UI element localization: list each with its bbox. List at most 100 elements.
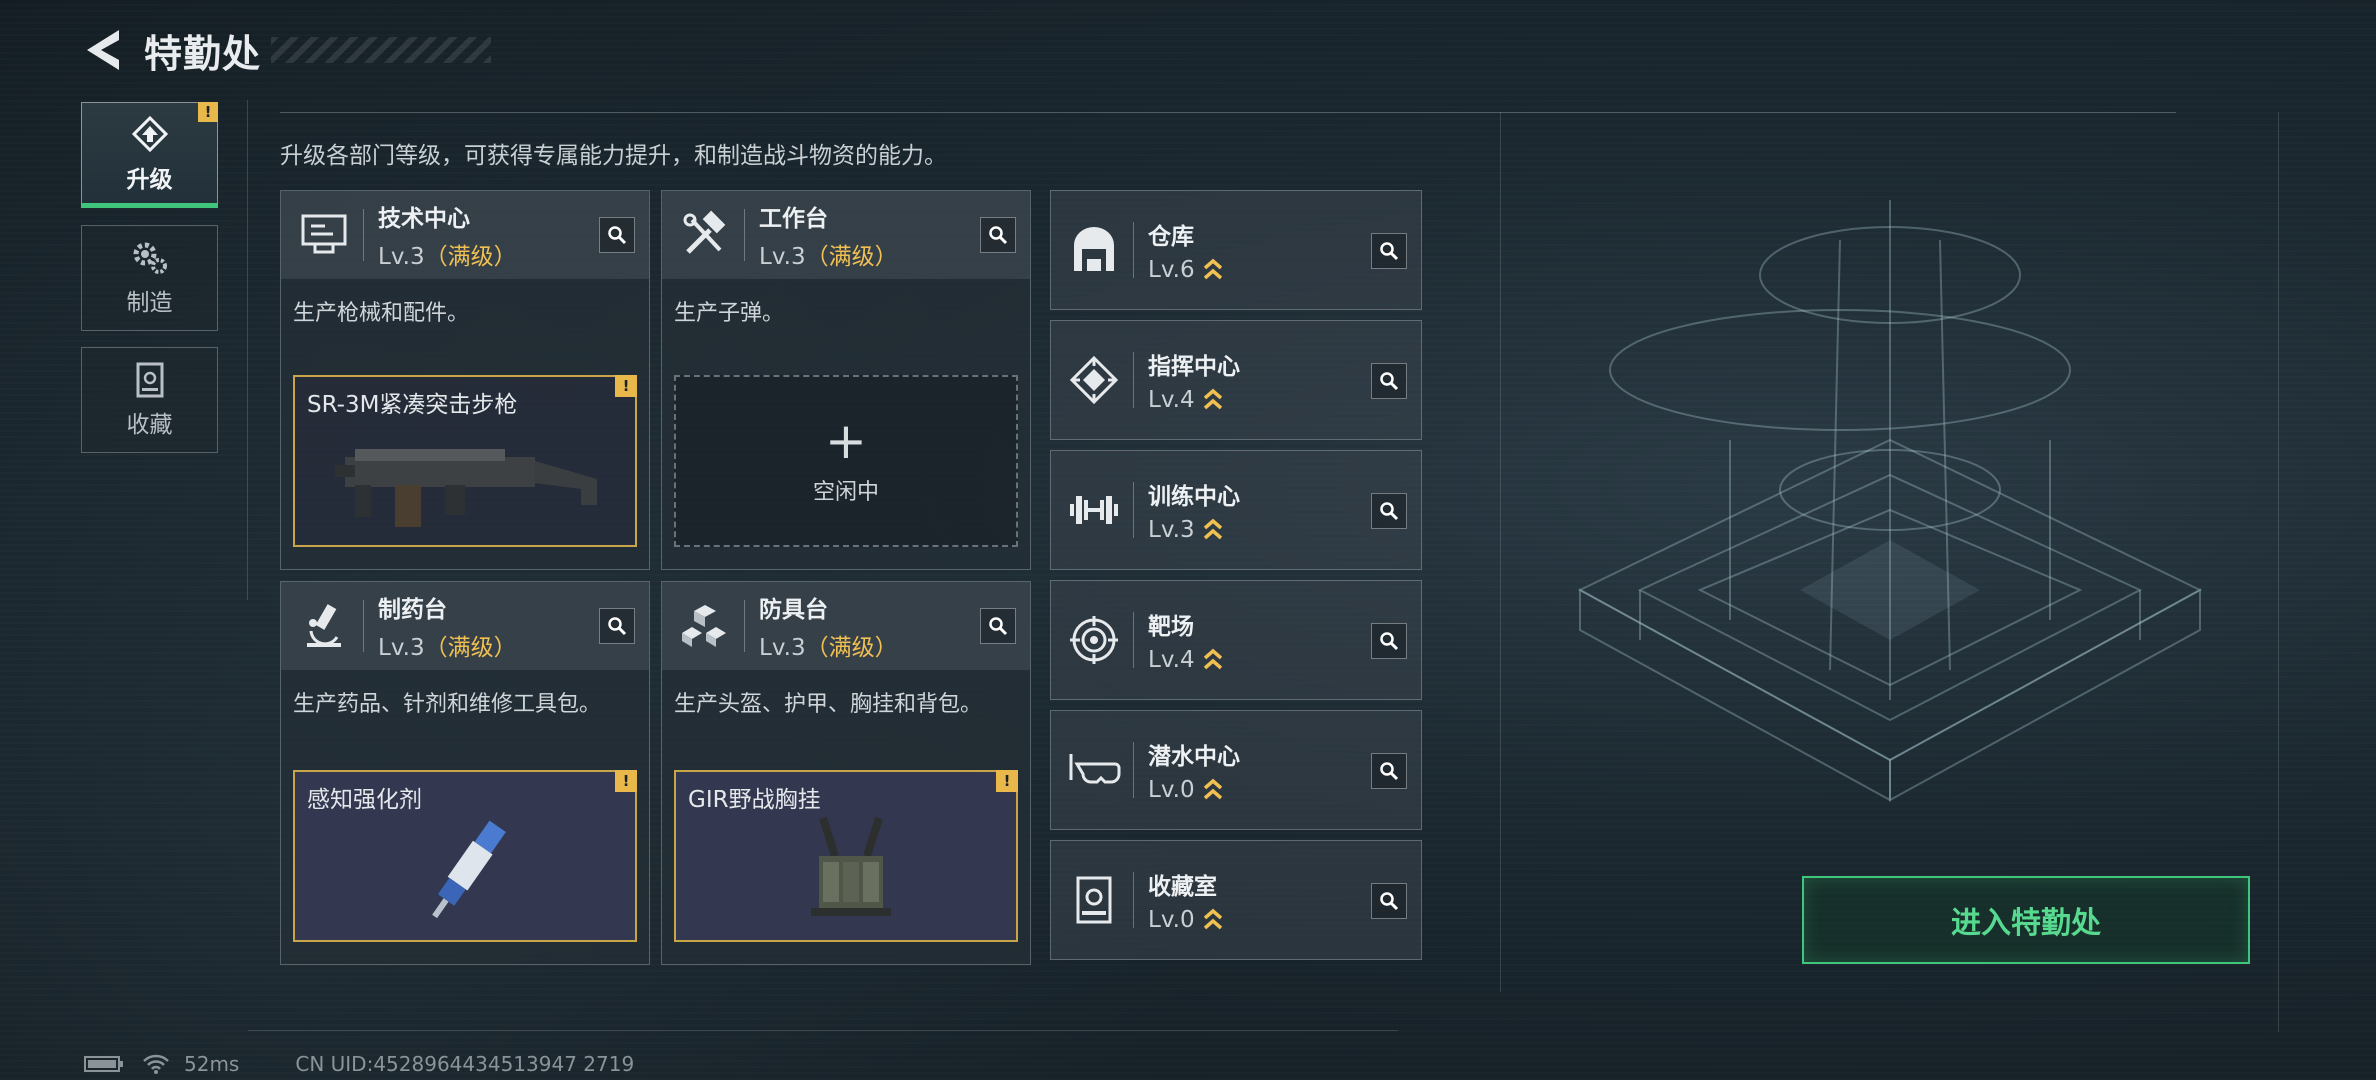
upgrade-available-icon [1203,388,1222,410]
page-subtitle: 升级各部门等级，可获得专属能力提升，和制造战斗物资的能力。 [280,143,947,169]
max-level-label: （满级） [805,244,898,270]
wifi-icon [143,1054,169,1074]
facility-name: 潜水中心 [1148,744,1240,770]
max-level-label: （满级） [805,635,898,661]
search-icon [1380,372,1399,391]
upgrade-available-icon [1203,258,1222,280]
department-name: 工作台 [759,206,828,232]
title-decoration [271,37,492,63]
microscope-icon [295,597,353,655]
page-title: 特勤处 [144,31,262,76]
facility-card-shooting-range[interactable]: 靶场 Lv.4 [1050,580,1422,700]
armor-cubes-icon [676,597,734,655]
department-description: 生产子弹。 [674,301,785,326]
item-name: GIR野战胸挂 [688,787,821,813]
search-icon [1380,632,1399,651]
upgrade-available-icon [1203,778,1222,800]
search-button[interactable] [1371,233,1407,269]
department-description: 生产药品、针剂和维修工具包。 [293,692,602,717]
side-divider [247,100,248,600]
department-description: 生产头盔、护甲、胸挂和背包。 [674,692,983,717]
facility-level: Lv.0 [1148,907,1223,933]
gear-icon [133,242,167,274]
command-icon [1065,351,1123,409]
tab-label: 制造 [126,290,173,316]
facility-card-command-center[interactable]: 指挥中心 Lv.4 [1050,320,1422,440]
header-separator [363,600,364,652]
search-button[interactable] [1371,623,1407,659]
department-name: 防具台 [759,597,828,623]
search-button[interactable] [1371,753,1407,789]
facility-level: Lv.3 [1148,517,1240,543]
idle-label: 空闲中 [812,480,879,505]
hud-divider-right [2278,112,2279,1032]
facility-card-warehouse[interactable]: 仓库 Lv.6 [1050,190,1422,310]
header-separator [1133,612,1134,668]
facility-name: 仓库 [1148,224,1194,250]
back-button[interactable] [80,27,126,73]
department-card-tech-center[interactable]: 技术中心 Lv.3（满级） 生产枪械和配件。 SR-3M紧凑突击步枪 ! [280,190,650,570]
search-button[interactable] [980,217,1016,253]
search-button[interactable] [980,608,1016,644]
card-header: 防具台 Lv.3（满级） [662,582,1030,670]
production-slot[interactable]: GIR野战胸挂 ! [674,770,1018,942]
chest-rig-icon [811,816,891,916]
department-card-workbench[interactable]: 工作台 Lv.3（满级） 生产子弹。 + 空闲中 [661,190,1031,570]
tab-label: 收藏 [126,412,173,438]
collection-icon [136,362,163,398]
slot-alert-badge: ! [615,375,637,397]
facility-card-collection-room[interactable]: 收藏室 Lv.0 [1050,840,1422,960]
production-slot[interactable]: 感知强化剂 ! [293,770,637,942]
rifle-icon [335,449,597,527]
search-icon [989,226,1008,245]
item-name: SR-3M紧凑突击步枪 [307,392,518,418]
search-icon [608,617,627,636]
slot-alert-badge: ! [996,770,1018,792]
hammer-wrench-icon [676,206,734,264]
enter-special-ops-button[interactable]: 进入特勤处 [1802,876,2250,964]
max-level-label: （满级） [424,244,517,270]
injector-icon [432,820,506,919]
department-card-pharmacy[interactable]: 制药台 Lv.3（满级） 生产药品、针剂和维修工具包。 感知强化剂 ! [280,581,650,965]
facility-card-training-center[interactable]: 训练中心 Lv.3 [1050,450,1422,570]
search-button[interactable] [599,217,635,253]
add-icon: + [825,412,867,470]
upgrade-available-icon [1203,648,1222,670]
empty-production-slot[interactable]: + 空闲中 [674,375,1018,547]
department-level: Lv.3（满级） [378,244,517,270]
facility-name: 训练中心 [1148,484,1240,510]
tab-upgrade[interactable]: ! 升级 [81,102,218,208]
item-name: 感知强化剂 [307,787,422,813]
header-separator [1133,872,1134,928]
tab-label: 升级 [126,167,173,193]
base-blueprint-illustration [1577,200,2203,802]
tab-collection[interactable]: 收藏 [81,347,218,453]
department-level: Lv.3（满级） [759,244,898,270]
card-header: 制药台 Lv.3（满级） [281,582,649,670]
department-level: Lv.3（满级） [759,635,898,661]
upgrade-icon [131,116,168,153]
search-button[interactable] [1371,493,1407,529]
hud-bottom-line [248,1030,1398,1031]
max-level-label: （满级） [424,635,517,661]
search-icon [1380,502,1399,521]
department-card-armor-bench[interactable]: 防具台 Lv.3（满级） 生产头盔、护甲、胸挂和背包。 GIR野战胸挂 ! [661,581,1031,965]
search-button[interactable] [1371,883,1407,919]
user-uid: CN UID:4528964434513947 2719 [295,1052,635,1076]
search-button[interactable] [1371,363,1407,399]
facility-name: 收藏室 [1148,874,1217,900]
tab-craft[interactable]: 制造 [81,225,218,331]
search-button[interactable] [599,608,635,644]
production-slot[interactable]: SR-3M紧凑突击步枪 ! [293,375,637,547]
back-arrow-icon [87,30,119,70]
collection-icon [1065,871,1123,929]
facility-card-diving-center[interactable]: 潜水中心 Lv.0 [1050,710,1422,830]
slot-alert-badge: ! [615,770,637,792]
header-separator [744,209,745,261]
header-separator [744,600,745,652]
header-separator [1133,742,1134,798]
department-name: 技术中心 [378,206,470,232]
search-icon [1380,242,1399,261]
battery-icon [84,1056,123,1072]
facility-level: Lv.4 [1148,647,1223,673]
